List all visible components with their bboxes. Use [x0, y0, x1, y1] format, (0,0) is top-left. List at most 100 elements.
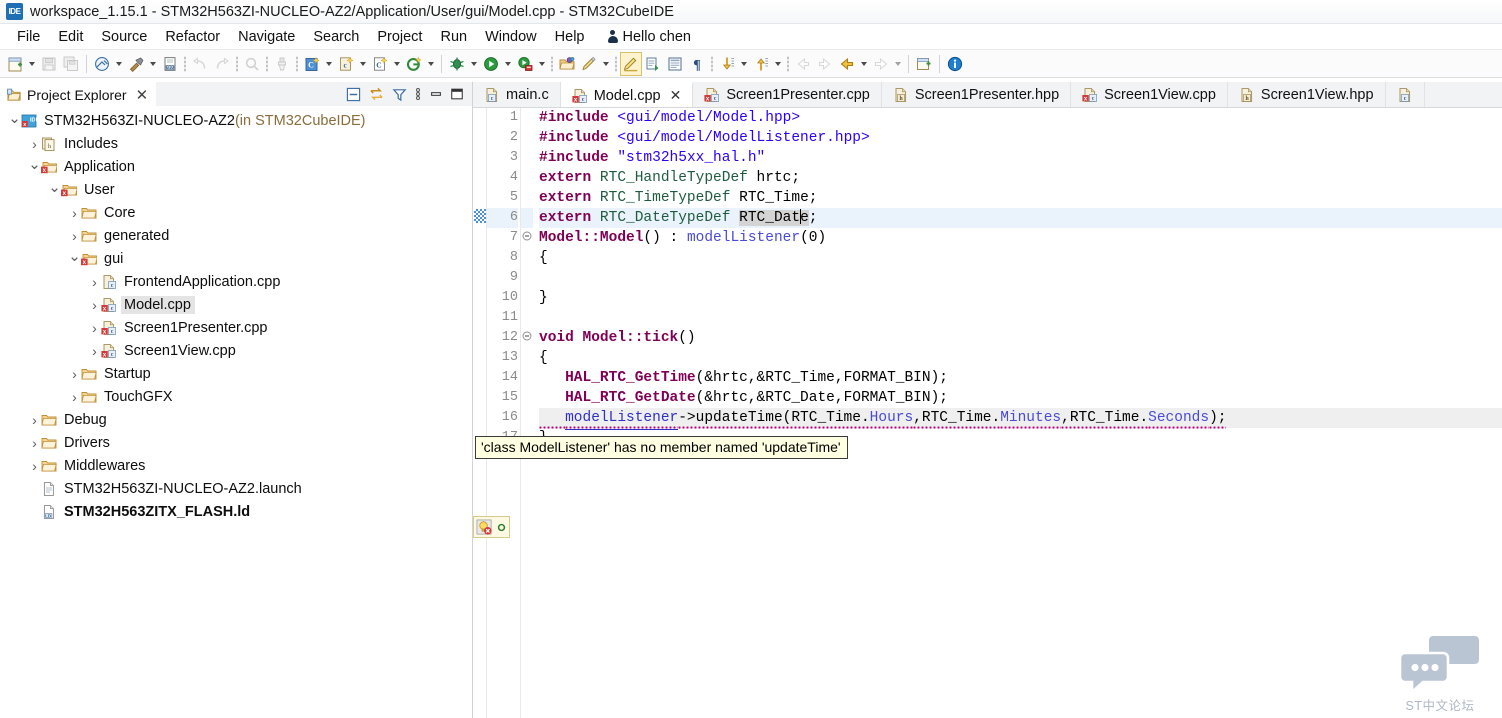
quickfix-marker[interactable]	[473, 516, 510, 538]
chevron-right-icon[interactable]: ›	[28, 458, 41, 474]
code-line[interactable]: HAL_RTC_GetDate(&hrtc,&RTC_Date,FORMAT_B…	[539, 388, 1502, 408]
tree-item-debug[interactable]: › Debug	[0, 408, 472, 431]
fold-collapse-icon[interactable]	[521, 228, 533, 248]
show-whitespace-icon[interactable]	[642, 52, 664, 76]
build-binary-icon[interactable]: 010	[159, 52, 181, 76]
build-all-dropdown-arrow[interactable]	[116, 61, 122, 66]
back-icon[interactable]	[836, 52, 858, 76]
next-annotation-dropdown-arrow[interactable]	[741, 61, 747, 66]
code-line[interactable]: void Model::tick()	[539, 328, 1502, 348]
folding-bar[interactable]	[521, 108, 533, 718]
previous-annotation-icon[interactable]	[750, 52, 772, 76]
tree-item-model-cpp[interactable]: › c x Model.cpp	[0, 293, 472, 316]
menu-file[interactable]: File	[8, 25, 49, 49]
run-configuration-icon[interactable]	[514, 52, 536, 76]
tree-item-stm32h563zi-nucleo-az2-launch[interactable]: STM32H563ZI-NUCLEO-AZ2.launch	[0, 477, 472, 500]
maximize-icon[interactable]	[450, 87, 464, 101]
close-icon[interactable]: ✕	[670, 87, 682, 104]
code-line[interactable]: extern RTC_DateTypeDef RTC_Date;	[539, 208, 1502, 228]
run-icon[interactable]	[480, 52, 502, 76]
chevron-right-icon[interactable]: ›	[88, 343, 101, 359]
view-menu-icon[interactable]	[414, 86, 422, 102]
run-dropdown-arrow[interactable]	[505, 61, 511, 66]
new-icon[interactable]	[4, 52, 26, 76]
tree-item-user[interactable]: ⌄ x User	[0, 178, 472, 201]
new-c-cpp-project-dropdown-arrow[interactable]	[326, 61, 332, 66]
editor-tab-screen1presenter-cpp[interactable]: c x Screen1Presenter.cpp	[693, 82, 882, 107]
new-window-icon[interactable]	[913, 52, 935, 76]
new-c-cpp-project-icon[interactable]: C	[301, 52, 323, 76]
menu-project[interactable]: Project	[368, 25, 431, 49]
tree-item-frontendapplication-cpp[interactable]: › c FrontendApplication.cpp	[0, 270, 472, 293]
editor-tab-screen1view-hpp[interactable]: h Screen1View.hpp	[1228, 82, 1386, 107]
new-c-class-dropdown-arrow[interactable]	[394, 61, 400, 66]
git-dropdown-arrow[interactable]	[428, 61, 434, 66]
project-tree[interactable]: ⌄ IDE x STM32H563ZI-NUCLEO-AZ2 (in STM32Cub…	[0, 106, 472, 718]
chevron-right-icon[interactable]: ›	[68, 389, 81, 405]
new-c-file-icon[interactable]: c	[335, 52, 357, 76]
open-perspective-icon[interactable]	[556, 52, 578, 76]
link-with-editor-icon[interactable]	[368, 87, 385, 102]
minimize-icon[interactable]	[429, 87, 443, 101]
chevron-right-icon[interactable]: ›	[88, 320, 101, 336]
chevron-down-icon[interactable]: ⌄	[68, 249, 81, 264]
build-hammer-icon[interactable]	[125, 52, 147, 76]
project-explorer-tab[interactable]: Project Explorer ✕	[0, 82, 157, 106]
tree-item-generated[interactable]: › generated	[0, 224, 472, 247]
editor-tab-model-cpp[interactable]: c x Model.cpp ✕	[560, 82, 694, 107]
code-line[interactable]: #include <gui/model/ModelListener.hpp>	[539, 128, 1502, 148]
tree-item-screen1view-cpp[interactable]: › c x Screen1View.cpp	[0, 339, 472, 362]
chevron-right-icon[interactable]: ›	[68, 366, 81, 382]
chevron-right-icon[interactable]: ›	[88, 274, 101, 290]
pilcrow-icon[interactable]: ¶	[686, 52, 708, 76]
editor-tab-screen1view-cpp[interactable]: c x Screen1View.cpp	[1071, 82, 1228, 107]
previous-annotation-dropdown-arrow[interactable]	[775, 61, 781, 66]
tree-item-core[interactable]: › Core	[0, 201, 472, 224]
tree-item-stm32h563zi-nucleo-az2[interactable]: ⌄ IDE x STM32H563ZI-NUCLEO-AZ2 (in STM32Cub…	[0, 109, 472, 132]
code-line[interactable]: #include <gui/model/Model.hpp>	[539, 108, 1502, 128]
tree-item-middlewares[interactable]: › Middlewares	[0, 454, 472, 477]
build-hammer-dropdown-arrow[interactable]	[150, 61, 156, 66]
chevron-right-icon[interactable]: ›	[28, 412, 41, 428]
tree-item-stm32h563zitx-flash-ld[interactable]: LD STM32H563ZITX_FLASH.ld	[0, 500, 472, 523]
chevron-down-icon[interactable]: ⌄	[48, 180, 61, 195]
collapse-all-icon[interactable]	[346, 87, 361, 102]
git-icon[interactable]	[403, 52, 425, 76]
chevron-right-icon[interactable]: ›	[88, 297, 101, 313]
chevron-right-icon[interactable]: ›	[28, 435, 41, 451]
toggle-mark-occurrences-icon[interactable]	[620, 51, 642, 76]
debug-icon[interactable]	[446, 52, 468, 76]
menu-source[interactable]: Source	[92, 25, 156, 49]
marker-bar[interactable]	[473, 108, 487, 718]
menu-edit[interactable]: Edit	[49, 25, 92, 49]
chevron-down-icon[interactable]: ⌄	[28, 157, 41, 172]
menu-window[interactable]: Window	[476, 25, 546, 49]
menu-run[interactable]: Run	[431, 25, 476, 49]
new-c-class-icon[interactable]: C	[369, 52, 391, 76]
code-line[interactable]	[539, 308, 1502, 328]
code-line[interactable]: Model::Model() : modelListener(0)	[539, 228, 1502, 248]
code-line[interactable]: modelListener->updateTime(RTC_Time.Hours…	[539, 408, 1502, 430]
highlight-pencil-dropdown-arrow[interactable]	[603, 61, 609, 66]
tree-item-touchgfx[interactable]: › TouchGFX	[0, 385, 472, 408]
tree-item-includes[interactable]: › h Includes	[0, 132, 472, 155]
user-account-menu[interactable]: Hello chen	[593, 25, 700, 49]
back-dropdown-arrow[interactable]	[861, 61, 867, 66]
chevron-down-icon[interactable]: ⌄	[8, 111, 21, 126]
editor-tab-overflow[interactable]: c	[1386, 82, 1425, 107]
menu-help[interactable]: Help	[546, 25, 594, 49]
menu-search[interactable]: Search	[304, 25, 368, 49]
show-source-quick-icon[interactable]	[664, 52, 686, 76]
editor-tab-main-c[interactable]: c main.c	[473, 82, 561, 107]
code-line[interactable]: extern RTC_TimeTypeDef RTC_Time;	[539, 188, 1502, 208]
code-line[interactable]: }	[539, 288, 1502, 308]
code-editor[interactable]: 1234567891011121314151617 #include <gui/…	[473, 108, 1502, 718]
menu-navigate[interactable]: Navigate	[229, 25, 304, 49]
build-all-icon[interactable]	[91, 52, 113, 76]
tree-item-startup[interactable]: › Startup	[0, 362, 472, 385]
fold-collapse-icon[interactable]	[521, 328, 533, 348]
debug-dropdown-arrow[interactable]	[471, 61, 477, 66]
tree-item-drivers[interactable]: › Drivers	[0, 431, 472, 454]
chevron-right-icon[interactable]: ›	[68, 228, 81, 244]
menu-refactor[interactable]: Refactor	[156, 25, 229, 49]
